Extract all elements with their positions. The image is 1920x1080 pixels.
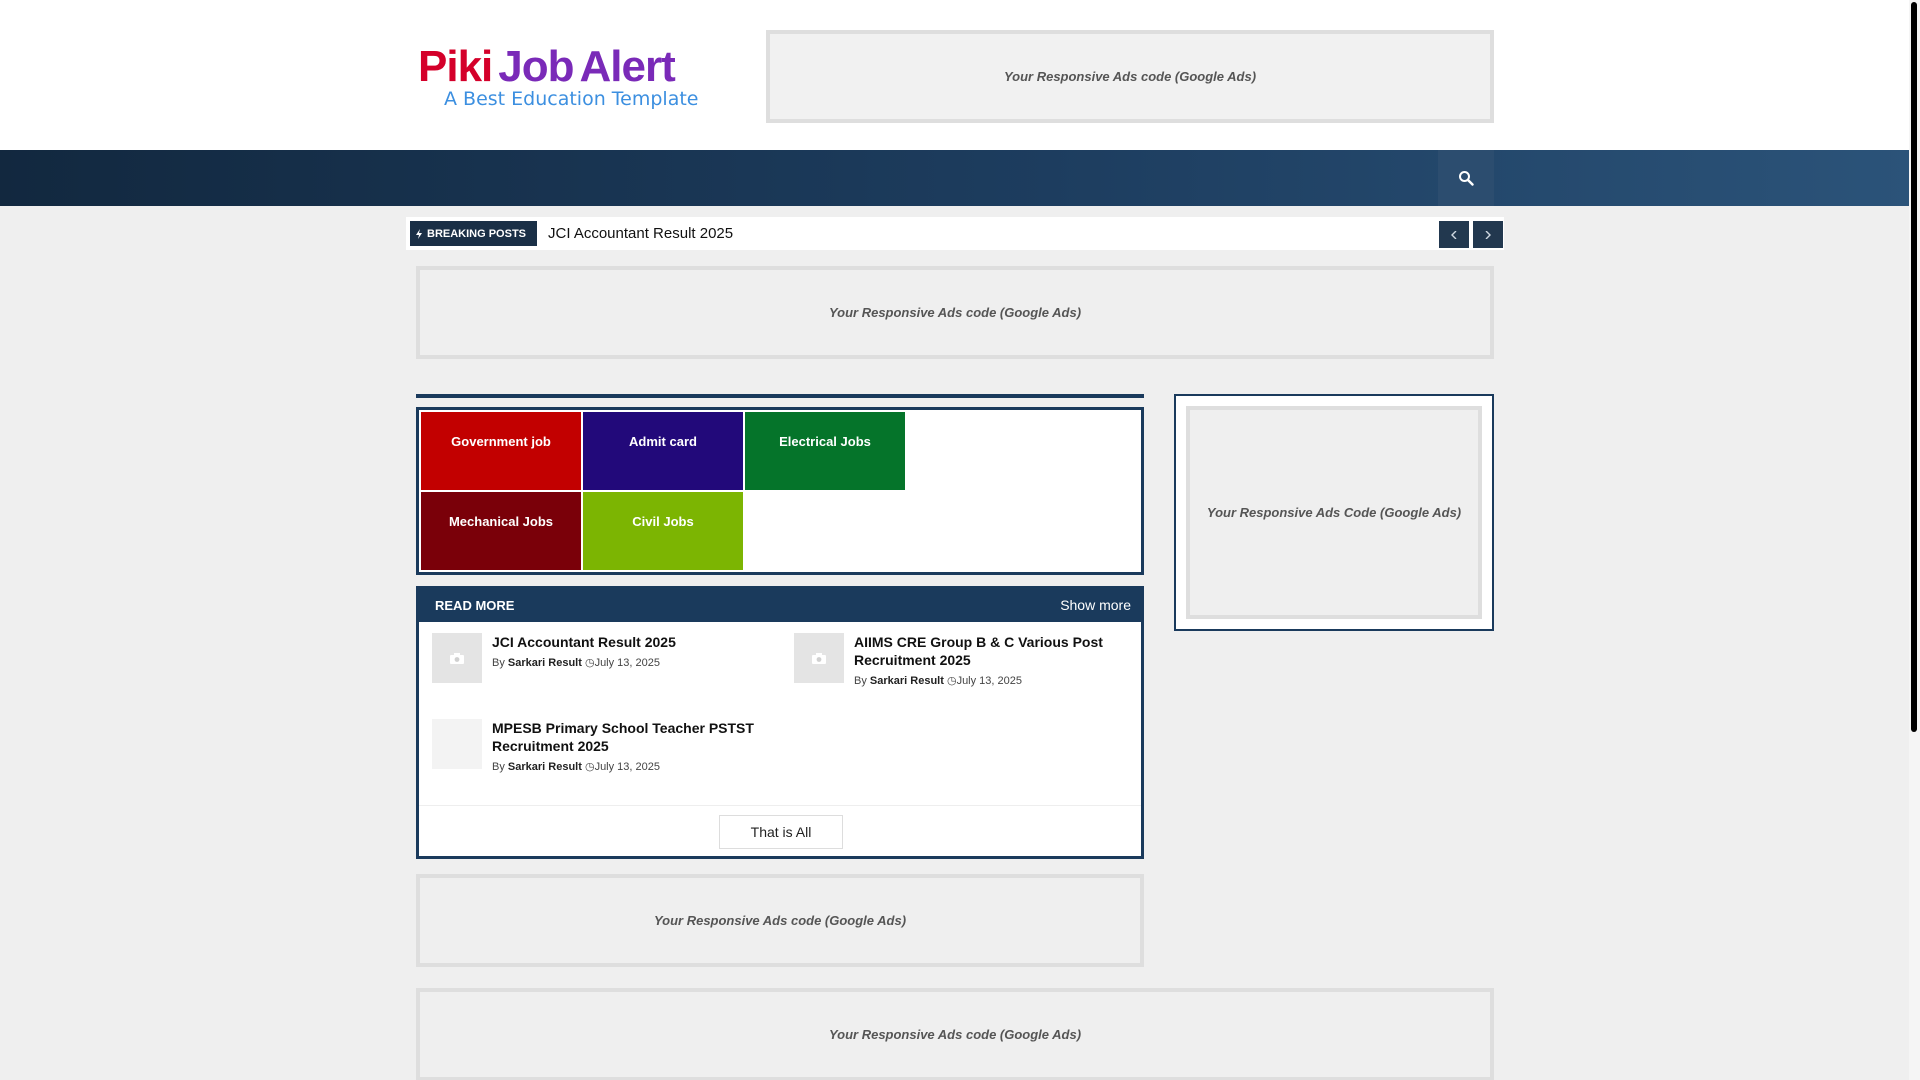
clock-icon: ◷ — [584, 657, 595, 669]
post-title[interactable]: AIIMS CRE Group B & C Various Post Recru… — [854, 633, 1134, 669]
post-by: By — [492, 761, 505, 773]
post-meta: By Sarkari Result ◷July 13, 2025 — [492, 656, 660, 669]
bolt-icon — [416, 228, 422, 239]
breaking-label: BREAKING POSTS — [410, 221, 537, 246]
logo-part-job: Job — [498, 42, 574, 91]
post-date: July 13, 2025 — [594, 761, 660, 773]
prev-icon — [1451, 230, 1457, 239]
camera-icon — [812, 652, 826, 664]
post-author[interactable]: Sarkari Result — [870, 675, 944, 687]
post-item: JCI Accountant Result 2025 By Sarkari Re… — [432, 633, 772, 703]
category-label: Admit card — [629, 434, 697, 449]
top-ad[interactable]: Your Responsive Ads code (Google Ads) — [416, 266, 1494, 359]
sidebar-ad-text: Your Responsive Ads Code (Google Ads) — [1206, 505, 1462, 520]
post-meta: By Sarkari Result ◷July 13, 2025 — [854, 674, 1022, 687]
post-title[interactable]: JCI Accountant Result 2025 — [492, 633, 772, 651]
bottom-ad[interactable]: Your Responsive Ads code (Google Ads) — [416, 988, 1494, 1080]
breaking-headline[interactable]: JCI Accountant Result 2025 — [548, 217, 733, 250]
post-thumbnail[interactable] — [432, 719, 482, 769]
camera-icon — [450, 652, 464, 664]
that-is-all-button[interactable]: That is All — [719, 815, 843, 849]
category-admit-card[interactable]: Admit card — [583, 412, 743, 490]
middle-ad[interactable]: Your Responsive Ads code (Google Ads) — [416, 874, 1144, 967]
show-more-link[interactable]: Show more — [1060, 589, 1131, 622]
post-date: July 13, 2025 — [956, 675, 1022, 687]
logo-part-piki: Piki — [418, 42, 493, 91]
category-label: Government job — [451, 434, 551, 449]
logo-part-alert: Alert — [579, 42, 676, 91]
read-more-widget: READ MORE Show more JCI Accountant Resul… — [416, 586, 1144, 859]
logo-tagline: A Best Education Template — [444, 88, 699, 110]
breaking-next-button[interactable] — [1473, 221, 1503, 248]
main-nav-bar — [0, 150, 1909, 206]
post-item: MPESB Primary School Teacher PSTST Recru… — [432, 719, 772, 789]
sidebar-ad[interactable]: Your Responsive Ads Code (Google Ads) — [1186, 406, 1482, 619]
breaking-prev-button[interactable] — [1439, 221, 1469, 248]
category-label: Electrical Jobs — [779, 434, 871, 449]
read-more-title: READ MORE — [435, 598, 515, 613]
bottom-ad-text: Your Responsive Ads code (Google Ads) — [828, 1027, 1082, 1042]
category-mechanical-jobs[interactable]: Mechanical Jobs — [421, 492, 581, 570]
category-civil-jobs[interactable]: Civil Jobs — [583, 492, 743, 570]
site-header: Piki Job Alert A Best Education Template Y… — [0, 0, 1909, 150]
post-thumbnail[interactable] — [432, 633, 482, 683]
post-date: July 13, 2025 — [594, 657, 660, 669]
search-icon — [1459, 171, 1474, 186]
category-government-job[interactable]: Government job — [421, 412, 581, 490]
search-button[interactable] — [1438, 150, 1494, 206]
post-author[interactable]: Sarkari Result — [508, 657, 582, 669]
sidebar-widget: Your Responsive Ads Code (Google Ads) — [1174, 394, 1494, 631]
post-title[interactable]: MPESB Primary School Teacher PSTST Recru… — [492, 719, 772, 755]
header-ad-text: Your Responsive Ads code (Google Ads) — [1003, 69, 1257, 84]
post-thumbnail[interactable] — [794, 633, 844, 683]
next-icon — [1485, 230, 1491, 239]
site-logo[interactable]: Piki Job Alert A Best Education Template — [416, 42, 698, 114]
logo-wordmark: Piki Job Alert — [418, 42, 676, 91]
post-by: By — [854, 675, 867, 687]
page-scrollbar[interactable] — [1909, 0, 1920, 1080]
clock-icon: ◷ — [946, 675, 957, 687]
read-more-divider — [419, 805, 1141, 806]
post-by: By — [492, 657, 505, 669]
category-electrical-jobs[interactable]: Electrical Jobs — [745, 412, 905, 490]
post-item: AIIMS CRE Group B & C Various Post Recru… — [794, 633, 1134, 703]
categories-top-border — [416, 394, 1144, 398]
categories-box: Government job Admit card Electrical Job… — [416, 407, 1144, 575]
post-author[interactable]: Sarkari Result — [508, 761, 582, 773]
header-ad[interactable]: Your Responsive Ads code (Google Ads) — [766, 30, 1494, 123]
category-label: Civil Jobs — [632, 514, 694, 529]
top-ad-text: Your Responsive Ads code (Google Ads) — [828, 305, 1082, 320]
breaking-label-text: BREAKING POSTS — [427, 227, 527, 240]
middle-ad-text: Your Responsive Ads code (Google Ads) — [653, 913, 907, 928]
post-meta: By Sarkari Result ◷July 13, 2025 — [492, 760, 660, 773]
read-more-header: READ MORE Show more — [419, 589, 1141, 622]
clock-icon: ◷ — [584, 761, 595, 773]
category-label: Mechanical Jobs — [448, 514, 554, 529]
scrollbar-thumb[interactable] — [1911, 2, 1917, 732]
breaking-posts-ticker: BREAKING POSTS JCI Accountant Result 202… — [406, 217, 1504, 250]
